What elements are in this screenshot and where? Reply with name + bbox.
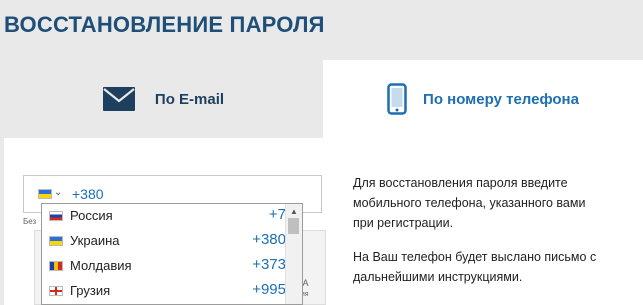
list-item[interactable]: Молдавия +373 <box>42 254 288 279</box>
tab-phone-label: По номеру телефона <box>423 90 579 108</box>
tab-email[interactable]: По E-mail <box>4 60 323 138</box>
country-code: +7 <box>268 206 286 223</box>
notice-text: На Ваш телефон будет выслано письмо с да… <box>353 247 623 287</box>
smartphone-icon <box>387 83 407 115</box>
dropdown-scrollbar[interactable]: ▲ <box>285 204 302 304</box>
instructions-text: Для восстановления пароля введите мобиль… <box>353 173 623 233</box>
instructions-line: Для восстановления пароля введите <box>353 176 568 190</box>
recovery-tabs: По E-mail По номеру телефона <box>4 60 643 138</box>
instructions-line: при регистрации. <box>353 216 454 230</box>
instructions-line: мобильного телефона, указанного вами <box>353 196 586 210</box>
country-name: Россия <box>70 208 113 223</box>
field-label: Без <box>23 217 37 226</box>
ukraine-flag-icon <box>49 236 63 246</box>
country-name: Украина <box>70 233 120 248</box>
country-name: Молдавия <box>70 258 132 273</box>
notice-line: На Ваш телефон будет выслано письмо с <box>353 250 597 264</box>
tab-phone[interactable]: По номеру телефона <box>323 60 643 138</box>
scroll-thumb[interactable] <box>288 218 299 234</box>
phone-input-value: +380 <box>72 186 104 202</box>
scroll-up-icon[interactable]: ▲ <box>290 207 298 216</box>
chevron-down-icon[interactable]: ⌄ <box>54 187 62 198</box>
country-code: +380 <box>252 231 286 248</box>
country-code: +995 <box>252 281 286 298</box>
list-item[interactable]: Грузия +995 <box>42 279 288 304</box>
list-item[interactable]: Россия +7 <box>42 204 288 229</box>
notice-line: дальнейшими инструкциями. <box>353 270 523 284</box>
recovery-panel: ⌄ +380 Без НА мия Россия +7 Украина +380… <box>4 138 643 305</box>
georgia-flag-icon <box>49 286 63 296</box>
envelope-icon <box>102 87 135 111</box>
list-item[interactable]: Украина +380 <box>42 229 288 254</box>
ukraine-flag-icon[interactable] <box>38 189 52 199</box>
tab-email-label: По E-mail <box>154 90 225 108</box>
moldova-flag-icon <box>49 261 63 271</box>
russia-flag-icon <box>49 211 63 221</box>
country-code: +373 <box>252 256 286 273</box>
page-title: ВОССТАНОВЛЕНИЕ ПАРОЛЯ <box>4 12 325 37</box>
country-dropdown[interactable]: Россия +7 Украина +380 Молдавия +373 Гру… <box>41 203 303 305</box>
country-name: Грузия <box>70 283 111 298</box>
